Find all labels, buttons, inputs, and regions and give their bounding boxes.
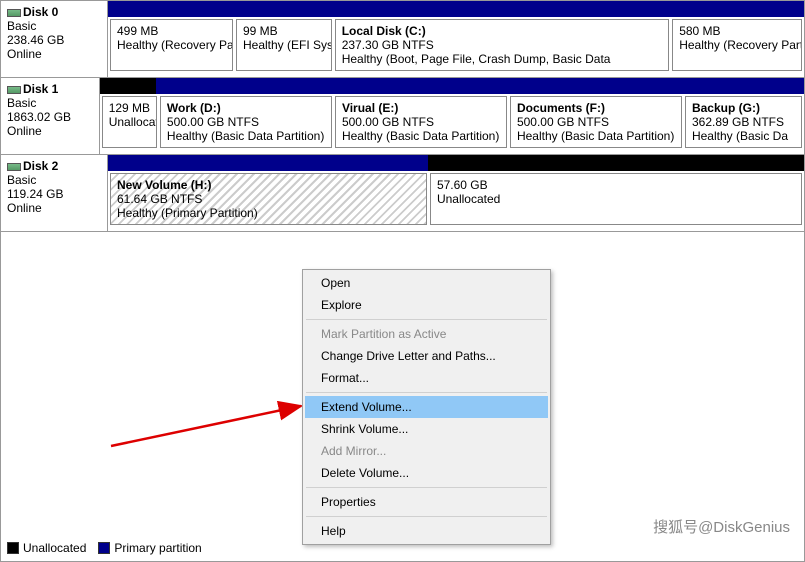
disk-info[interactable]: Disk 2Basic119.24 GBOnline bbox=[1, 155, 108, 231]
partition[interactable]: Local Disk (C:)237.30 GB NTFSHealthy (Bo… bbox=[335, 19, 670, 71]
menu-help[interactable]: Help bbox=[305, 520, 548, 542]
partition-color-bar bbox=[108, 155, 804, 171]
disk-info[interactable]: Disk 1Basic1863.02 GBOnline bbox=[1, 78, 100, 154]
menu-format[interactable]: Format... bbox=[305, 367, 548, 389]
legend-unallocated-label: Unallocated bbox=[23, 541, 86, 555]
partition-status: Healthy (Basic Data Partition) bbox=[167, 129, 325, 143]
partition[interactable]: 580 MBHealthy (Recovery Partit bbox=[672, 19, 802, 71]
partition-title: Documents (F:) bbox=[517, 101, 605, 115]
menu-divider bbox=[306, 487, 547, 488]
legend-unallocated-swatch bbox=[7, 542, 19, 554]
menu-extend-volume[interactable]: Extend Volume... bbox=[305, 396, 548, 418]
context-menu: Open Explore Mark Partition as Active Ch… bbox=[302, 269, 551, 545]
disk-icon bbox=[7, 163, 21, 171]
partition[interactable]: 129 MBUnallocat bbox=[102, 96, 157, 148]
partition-title: Backup (G:) bbox=[692, 101, 760, 115]
partition-title: Local Disk (C:) bbox=[342, 24, 426, 38]
menu-shrink-volume[interactable]: Shrink Volume... bbox=[305, 418, 548, 440]
disk-type: Basic bbox=[7, 19, 101, 33]
partition-status: Healthy (Basic Da bbox=[692, 129, 795, 143]
partition-status: Healthy (Boot, Page File, Crash Dump, Ba… bbox=[342, 52, 663, 66]
partition-title: Virual (E:) bbox=[342, 101, 398, 115]
partition-status: Healthy (EFI Syst bbox=[243, 38, 325, 52]
menu-change-letter[interactable]: Change Drive Letter and Paths... bbox=[305, 345, 548, 367]
partition-size: 237.30 GB NTFS bbox=[342, 38, 663, 52]
partition-size: 499 MB bbox=[117, 24, 226, 38]
legend-primary-swatch bbox=[98, 542, 110, 554]
partition[interactable]: 57.60 GBUnallocated bbox=[430, 173, 802, 225]
partition[interactable]: New Volume (H:)61.64 GB NTFSHealthy (Pri… bbox=[110, 173, 427, 225]
disk-status: Online bbox=[7, 201, 101, 215]
menu-mark-active: Mark Partition as Active bbox=[305, 323, 548, 345]
disk-size: 238.46 GB bbox=[7, 33, 101, 47]
partition-status: Healthy (Primary Partition) bbox=[117, 206, 420, 220]
partition-status: Unallocated bbox=[437, 192, 795, 206]
partition-color-bar bbox=[100, 78, 804, 94]
partition-size: 99 MB bbox=[243, 24, 325, 38]
disk-icon bbox=[7, 9, 21, 17]
disk-status: Online bbox=[7, 47, 101, 61]
disk-size: 119.24 GB bbox=[7, 187, 101, 201]
partition[interactable]: 99 MBHealthy (EFI Syst bbox=[236, 19, 332, 71]
menu-divider bbox=[306, 392, 547, 393]
menu-explore[interactable]: Explore bbox=[305, 294, 548, 316]
partition-status: Healthy (Recovery Partit bbox=[679, 38, 795, 52]
partition[interactable]: Virual (E:)500.00 GB NTFSHealthy (Basic … bbox=[335, 96, 507, 148]
legend: Unallocated Primary partition bbox=[7, 541, 202, 555]
disk-size: 1863.02 GB bbox=[7, 110, 93, 124]
disk-type: Basic bbox=[7, 96, 93, 110]
menu-properties[interactable]: Properties bbox=[305, 491, 548, 513]
menu-divider bbox=[306, 319, 547, 320]
partition-status: Healthy (Basic Data Partition) bbox=[517, 129, 675, 143]
partition[interactable]: Work (D:)500.00 GB NTFSHealthy (Basic Da… bbox=[160, 96, 332, 148]
partition[interactable]: Documents (F:)500.00 GB NTFSHealthy (Bas… bbox=[510, 96, 682, 148]
menu-add-mirror: Add Mirror... bbox=[305, 440, 548, 462]
partition-size: 61.64 GB NTFS bbox=[117, 192, 420, 206]
partition-status: Unallocat bbox=[109, 115, 150, 129]
disk-status: Online bbox=[7, 124, 93, 138]
partition-size: 129 MB bbox=[109, 101, 150, 115]
disk-row: Disk 0Basic238.46 GBOnline499 MBHealthy … bbox=[1, 1, 804, 78]
menu-divider bbox=[306, 516, 547, 517]
disk-icon bbox=[7, 86, 21, 94]
legend-primary-label: Primary partition bbox=[114, 541, 201, 555]
partition-title: New Volume (H:) bbox=[117, 178, 211, 192]
partition-size: 362.89 GB NTFS bbox=[692, 115, 795, 129]
partition[interactable]: Backup (G:)362.89 GB NTFSHealthy (Basic … bbox=[685, 96, 802, 148]
disk-type: Basic bbox=[7, 173, 101, 187]
disk-name: Disk 2 bbox=[23, 159, 58, 173]
partition-size: 500.00 GB NTFS bbox=[517, 115, 675, 129]
partition-title: Work (D:) bbox=[167, 101, 221, 115]
partition[interactable]: 499 MBHealthy (Recovery Parti bbox=[110, 19, 233, 71]
disk-name: Disk 1 bbox=[23, 82, 58, 96]
partition-color-bar bbox=[108, 1, 804, 17]
disk-name: Disk 0 bbox=[23, 5, 58, 19]
disk-info[interactable]: Disk 0Basic238.46 GBOnline bbox=[1, 1, 108, 77]
partition-status: Healthy (Basic Data Partition) bbox=[342, 129, 500, 143]
disk-row: Disk 2Basic119.24 GBOnlineNew Volume (H:… bbox=[1, 155, 804, 232]
partition-size: 57.60 GB bbox=[437, 178, 795, 192]
partition-size: 500.00 GB NTFS bbox=[342, 115, 500, 129]
menu-delete-volume[interactable]: Delete Volume... bbox=[305, 462, 548, 484]
menu-open[interactable]: Open bbox=[305, 272, 548, 294]
annotation-arrow bbox=[106, 371, 306, 451]
watermark: 搜狐号@DiskGenius bbox=[647, 514, 796, 539]
partition-size: 580 MB bbox=[679, 24, 795, 38]
partition-size: 500.00 GB NTFS bbox=[167, 115, 325, 129]
disk-row: Disk 1Basic1863.02 GBOnline129 MBUnalloc… bbox=[1, 78, 804, 155]
partition-status: Healthy (Recovery Parti bbox=[117, 38, 226, 52]
